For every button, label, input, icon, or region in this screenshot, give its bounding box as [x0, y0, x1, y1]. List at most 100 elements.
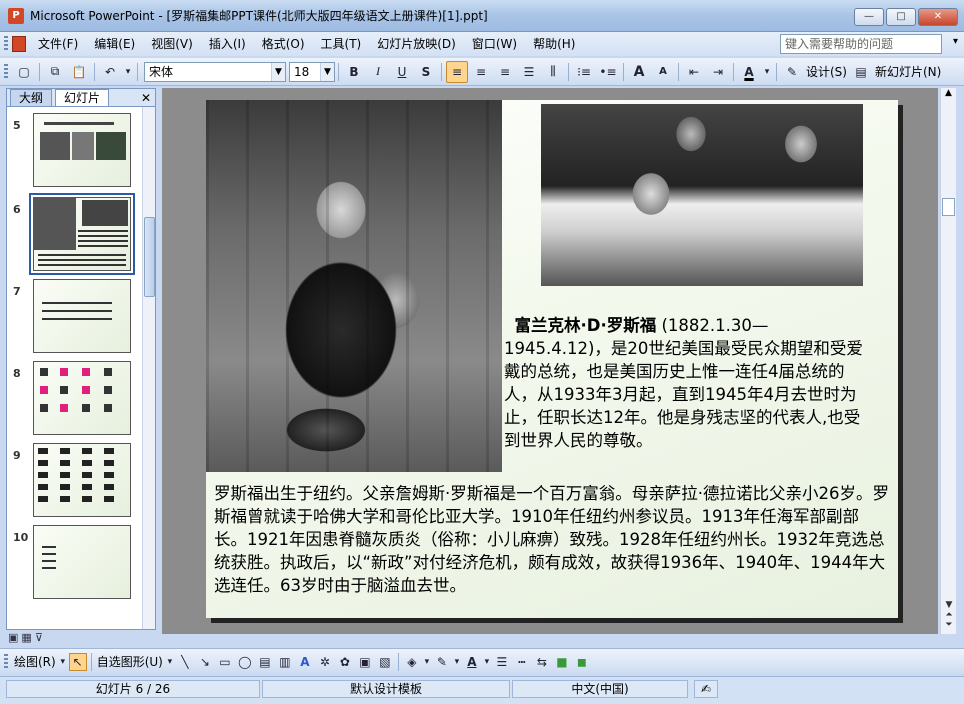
font-color-icon[interactable]: A [463, 653, 481, 671]
bullets-icon[interactable]: •≡ [597, 61, 619, 83]
underline-button[interactable]: U [391, 61, 413, 83]
slide-thumbnail-row[interactable]: 7 [7, 279, 143, 357]
3d-style-icon[interactable]: ◼ [573, 653, 591, 671]
slide-scrollbar[interactable]: ▲ ▼ ⏶ ⏷ [940, 88, 956, 634]
menu-insert[interactable]: 插入(I) [201, 32, 254, 56]
maximize-button[interactable]: □ [886, 8, 916, 26]
new-slide-icon[interactable]: ▤ [850, 61, 872, 83]
help-search-input[interactable]: 键入需要帮助的问题 [780, 34, 942, 54]
slide-thumbnail-selected[interactable] [29, 193, 135, 275]
select-pointer-icon[interactable]: ↖ [68, 652, 87, 671]
font-color-dropdown-icon[interactable]: ▾ [762, 61, 772, 83]
font-name-select[interactable]: 宋体 ▼ [144, 61, 286, 82]
dash-style-icon[interactable]: ┅ [513, 653, 531, 671]
roosevelt-wheelchair-photo[interactable] [206, 100, 502, 472]
scroll-up-icon[interactable]: ▲ [941, 88, 956, 102]
autoshapes-dropdown-icon[interactable]: ▾ [166, 653, 174, 671]
menu-format[interactable]: 格式(O) [254, 32, 313, 56]
close-icon[interactable]: ✕ [141, 90, 151, 106]
justify-icon[interactable]: ☰ [518, 61, 540, 83]
bold-button[interactable]: B [343, 61, 365, 83]
slide-thumbnail[interactable] [33, 361, 131, 435]
slide-thumbnail[interactable] [33, 525, 131, 599]
rectangle-icon[interactable]: ▭ [216, 653, 234, 671]
insert-image-icon[interactable]: ▧ [376, 653, 394, 671]
picture-icon[interactable]: ▣ [356, 653, 374, 671]
fill-color-icon[interactable]: ◈ [403, 653, 421, 671]
menu-file[interactable]: 文件(F) [30, 32, 86, 56]
close-button[interactable]: ✕ [918, 8, 958, 26]
shadow-style-icon[interactable]: ■ [553, 653, 571, 671]
help-dropdown-icon[interactable]: ▾ [953, 36, 958, 47]
line-style-icon[interactable]: ☰ [493, 653, 511, 671]
chevron-down-icon[interactable]: ▼ [271, 62, 285, 81]
shrink-font-icon[interactable]: A [652, 61, 674, 83]
font-color-dropdown-icon[interactable]: ▾ [483, 653, 491, 671]
next-slide-icon[interactable]: ⏷ [941, 620, 957, 630]
slide-thumbnail[interactable] [33, 279, 131, 353]
toolbar-grip[interactable] [4, 653, 8, 670]
scrollbar-thumb[interactable] [144, 217, 155, 297]
textbox-icon[interactable]: ▤ [256, 653, 274, 671]
align-left-icon[interactable]: ≡ [446, 60, 468, 83]
undo-dropdown-icon[interactable]: ▾ [123, 61, 133, 83]
copy-icon[interactable]: ⧉ [44, 61, 66, 83]
document-icon[interactable] [12, 36, 26, 52]
shadow-button[interactable]: S [415, 61, 437, 83]
arrow-style-icon[interactable]: ⇆ [533, 653, 551, 671]
chevron-down-icon[interactable]: ▼ [320, 62, 334, 81]
current-slide[interactable]: 富兰克林·D·罗斯福 (1882.1.30—1945.4.12)，是20世纪美国… [206, 100, 898, 618]
align-right-icon[interactable]: ≡ [494, 61, 516, 83]
thumbnail-scrollbar[interactable] [142, 107, 155, 629]
diagram-icon[interactable]: ✲ [316, 653, 334, 671]
paste-icon[interactable]: 📋 [68, 61, 90, 83]
slide-thumbnail-row[interactable]: 6 [7, 193, 143, 275]
roosevelt-speech-photo[interactable] [541, 104, 863, 286]
slideshow-icon[interactable]: ⊽ [35, 631, 43, 645]
menu-slideshow[interactable]: 幻灯片放映(D) [369, 32, 464, 56]
autoshapes-button[interactable]: 自选图形(U) [97, 653, 163, 670]
slide-thumbnail-row[interactable]: 9 [7, 443, 143, 521]
slide-thumbnail[interactable] [33, 113, 131, 187]
italic-button[interactable]: I [367, 61, 389, 83]
slide-thumbnail-row[interactable]: 8 [7, 361, 143, 439]
scroll-down-icon[interactable]: ▼ [941, 600, 957, 610]
menu-view[interactable]: 视图(V) [143, 32, 201, 56]
increase-indent-icon[interactable]: ⇥ [707, 61, 729, 83]
align-center-icon[interactable]: ≡ [470, 61, 492, 83]
font-color-icon[interactable]: A [738, 61, 760, 83]
vertical-textbox-icon[interactable]: ▥ [276, 653, 294, 671]
line-color-dropdown-icon[interactable]: ▾ [453, 653, 461, 671]
slide-thumbnail-row[interactable]: 5 [7, 113, 143, 191]
oval-icon[interactable]: ◯ [236, 653, 254, 671]
slide-thumbnail[interactable] [33, 443, 131, 517]
numbering-icon[interactable]: ⁝≡ [573, 61, 595, 83]
scrollbar-thumb[interactable] [942, 198, 955, 216]
toolbar-grip[interactable] [4, 36, 8, 52]
draw-menu-button[interactable]: 绘图(R) [14, 653, 56, 670]
slide-sorter-icon[interactable]: ▦ [21, 631, 31, 645]
clipart-icon[interactable]: ✿ [336, 653, 354, 671]
tab-outline[interactable]: 大纲 [10, 89, 53, 106]
spelling-status-icon[interactable]: ✍ [694, 680, 718, 698]
toolbar-grip[interactable] [4, 63, 8, 80]
undo-icon[interactable]: ↶ [99, 61, 121, 83]
design-icon[interactable]: ✎ [781, 61, 803, 83]
fill-dropdown-icon[interactable]: ▾ [423, 653, 431, 671]
font-size-select[interactable]: 18 ▼ [289, 61, 335, 82]
new-slide-button[interactable]: 新幻灯片(N) [875, 63, 941, 80]
line-icon[interactable]: ╲ [176, 653, 194, 671]
minimize-button[interactable]: — [854, 8, 884, 26]
design-button[interactable]: 设计(S) [806, 63, 847, 80]
new-document-icon[interactable]: ▢ [13, 61, 35, 83]
tab-slides[interactable]: 幻灯片 [55, 89, 110, 106]
slide-caption-textbox[interactable]: 富兰克林·D·罗斯福 (1882.1.30—1945.4.12)，是20世纪美国… [504, 314, 874, 452]
slide-thumbnail-row[interactable]: 10 [7, 525, 143, 603]
slide-paragraph-textbox[interactable]: 罗斯福出生于纽约。父亲詹姆斯·罗斯福是一个百万富翁。母亲萨拉·德拉诺比父亲小26… [214, 482, 890, 597]
normal-view-icon[interactable]: ▣ [8, 631, 18, 645]
decrease-indent-icon[interactable]: ⇤ [683, 61, 705, 83]
arrow-icon[interactable]: ↘ [196, 653, 214, 671]
wordart-icon[interactable]: A [296, 653, 314, 671]
previous-slide-icon[interactable]: ⏶ [941, 610, 957, 620]
menu-window[interactable]: 窗口(W) [464, 32, 525, 56]
